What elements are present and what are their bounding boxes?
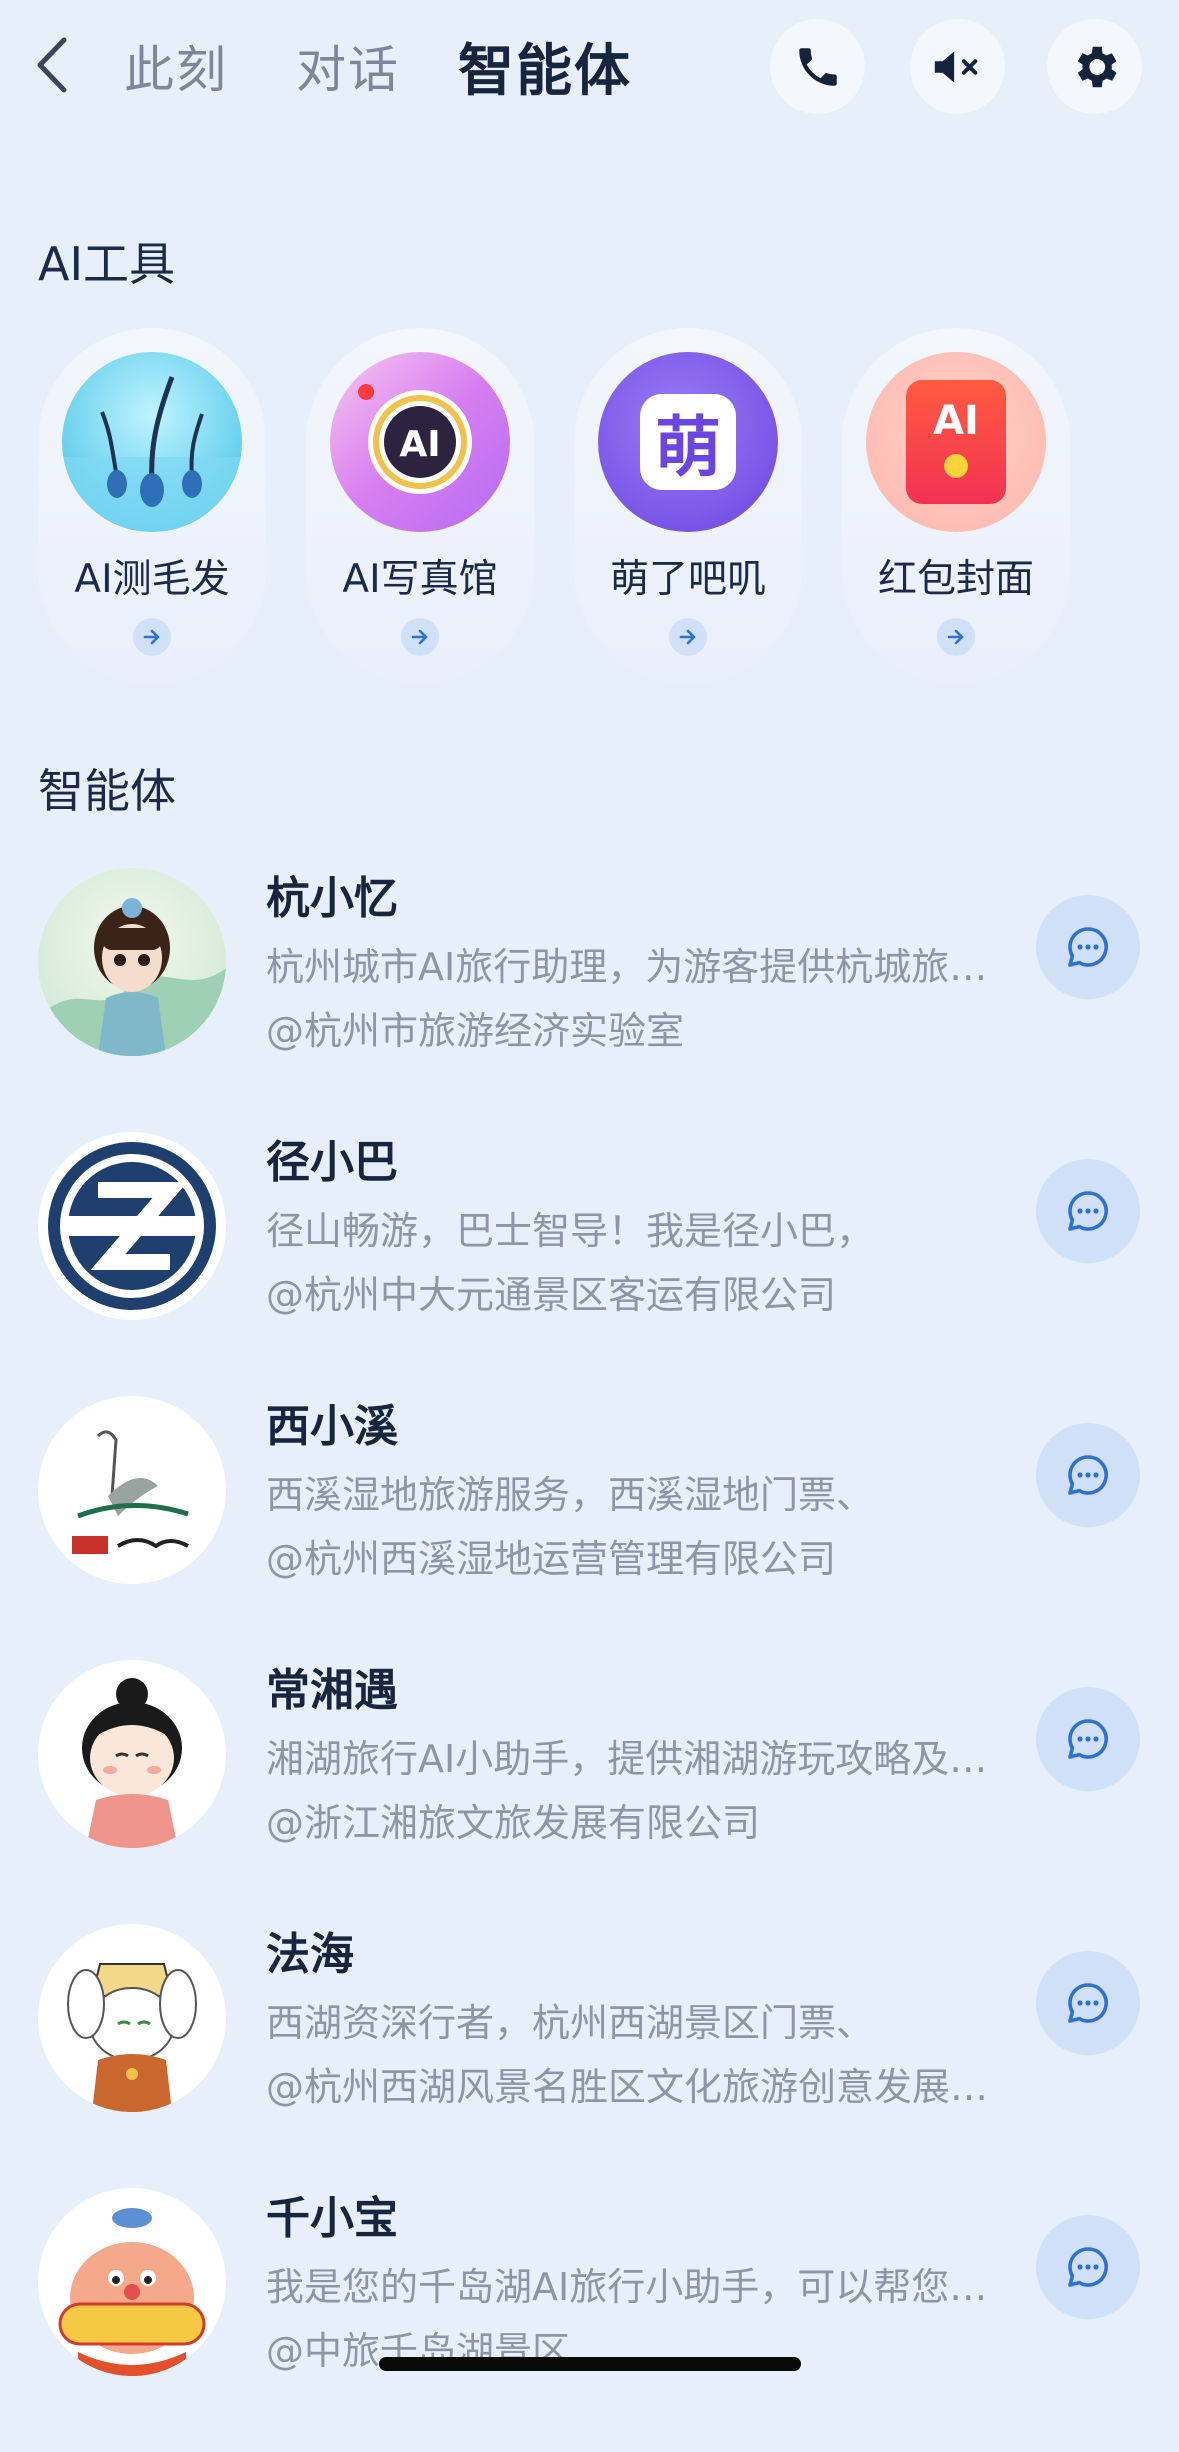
- agent-organization: @浙江湘旅文旅发展有限公司: [266, 1801, 761, 1845]
- agent-organization: @杭州市旅游经济实验室: [266, 1009, 685, 1053]
- home-indicator[interactable]: [379, 2357, 801, 2371]
- chat-bubble-icon: [1068, 927, 1108, 967]
- avatar: [38, 1396, 226, 1584]
- chat-button[interactable]: [1036, 1951, 1140, 2055]
- red-envelope-icon: AI: [866, 352, 1046, 532]
- agent-name: 常湘遇: [266, 1665, 398, 1716]
- chat-bubble-icon: [1068, 2247, 1108, 2287]
- top-bar: 此刻 对话 智能体: [0, 0, 1179, 130]
- agent-description: 杭州城市AI旅行助理，为游客提供杭城旅行服务: [266, 945, 1006, 989]
- agent-organization: @杭州中大元通景区客运有限公司: [266, 1273, 837, 1317]
- tool-label: 萌了吧叽: [609, 557, 766, 602]
- agent-description: 径山畅游，巴士智导！我是径小巴，: [266, 1209, 875, 1253]
- mute-icon: [934, 51, 977, 82]
- agent-row[interactable]: 千小宝 我是您的千岛湖AI旅行小助手，可以帮您规划行程 @中旅千岛湖景区: [0, 2188, 1179, 2452]
- camera-lens-icon: AI: [330, 352, 510, 532]
- cute-icon-text: 萌: [640, 394, 736, 490]
- tool-card-photo-studio[interactable]: AI AI写真馆: [306, 328, 534, 684]
- gear-icon: [1077, 46, 1117, 87]
- cute-icon: 萌: [598, 352, 778, 532]
- agent-row[interactable]: 常湘遇 湘湖旅行AI小助手，提供湘湖游玩攻略及服务 @浙江湘旅文旅发展有限公司: [0, 1660, 1179, 1924]
- arrow-right-icon: [401, 618, 439, 656]
- tool-label: AI写真馆: [342, 557, 498, 602]
- agent-description: 我是您的千岛湖AI旅行小助手，可以帮您规划行程: [266, 2265, 1006, 2309]
- agent-description: 西溪湿地旅游服务，西溪湿地门票、: [266, 1473, 875, 1517]
- avatar: [38, 2188, 226, 2376]
- tools-section-title: AI工具: [38, 237, 176, 291]
- agent-description: 西湖资深行者，杭州西湖景区门票、: [266, 2001, 875, 2045]
- agent-organization: @杭州西溪湿地运营管理有限公司: [266, 1537, 837, 1581]
- tool-label: 红包封面: [877, 557, 1034, 602]
- call-button[interactable]: [770, 19, 865, 114]
- agent-name: 杭小忆: [266, 873, 398, 924]
- phone-icon: [798, 47, 837, 86]
- avatar: [38, 1924, 226, 2112]
- arrow-right-icon: [937, 618, 975, 656]
- agent-name: 法海: [266, 1929, 354, 1980]
- avatar: [38, 1132, 226, 1320]
- chat-button[interactable]: [1036, 1159, 1140, 1263]
- tool-card-hair[interactable]: AI测毛发: [38, 328, 266, 684]
- chat-button[interactable]: [1036, 895, 1140, 999]
- red-envelope-text: AI: [933, 398, 979, 444]
- agent-row[interactable]: 杭小忆 杭州城市AI旅行助理，为游客提供杭城旅行服务 @杭州市旅游经济实验室: [0, 868, 1179, 1132]
- agent-row[interactable]: 径小巴 径山畅游，巴士智导！我是径小巴， @杭州中大元通景区客运有限公司: [0, 1132, 1179, 1396]
- tab-now[interactable]: 此刻: [124, 30, 228, 102]
- avatar: [38, 868, 226, 1056]
- arrow-right-icon: [133, 618, 171, 656]
- tab-agents[interactable]: 智能体: [458, 26, 632, 107]
- chat-button[interactable]: [1036, 1687, 1140, 1791]
- avatar: [38, 1660, 226, 1848]
- chat-bubble-icon: [1068, 1455, 1108, 1495]
- tool-card-red-envelope[interactable]: AI 红包封面: [842, 328, 1070, 684]
- back-button[interactable]: [28, 30, 78, 100]
- tab-chat[interactable]: 对话: [296, 30, 400, 102]
- settings-button[interactable]: [1047, 19, 1142, 114]
- agent-description: 湘湖旅行AI小助手，提供湘湖游玩攻略及服务: [266, 1737, 1006, 1781]
- agent-name: 千小宝: [266, 2193, 398, 2244]
- agent-row[interactable]: 法海 西湖资深行者，杭州西湖景区门票、 @杭州西湖风景名胜区文化旅游创意发展有限…: [0, 1924, 1179, 2188]
- back-icon: [37, 37, 67, 93]
- agent-name: 径小巴: [266, 1137, 398, 1188]
- agent-name: 西小溪: [266, 1401, 398, 1452]
- agents-section-title: 智能体: [38, 764, 176, 818]
- chat-button[interactable]: [1036, 2215, 1140, 2319]
- chat-bubble-icon: [1068, 1191, 1108, 1231]
- chat-bubble-icon: [1068, 1719, 1108, 1759]
- arrow-right-icon: [669, 618, 707, 656]
- chat-bubble-icon: [1068, 1983, 1108, 2023]
- tool-label: AI测毛发: [74, 557, 230, 602]
- agent-row[interactable]: 西小溪 西溪湿地旅游服务，西溪湿地门票、 @杭州西溪湿地运营管理有限公司: [0, 1396, 1179, 1660]
- svg-text:AI: AI: [399, 424, 440, 465]
- mute-button[interactable]: [910, 19, 1005, 114]
- hair-icon: [62, 352, 242, 532]
- agent-organization: @杭州西湖风景名胜区文化旅游创意发展有限公司: [266, 2065, 1006, 2109]
- tool-card-cute[interactable]: 萌 萌了吧叽: [574, 328, 802, 684]
- chat-button[interactable]: [1036, 1423, 1140, 1527]
